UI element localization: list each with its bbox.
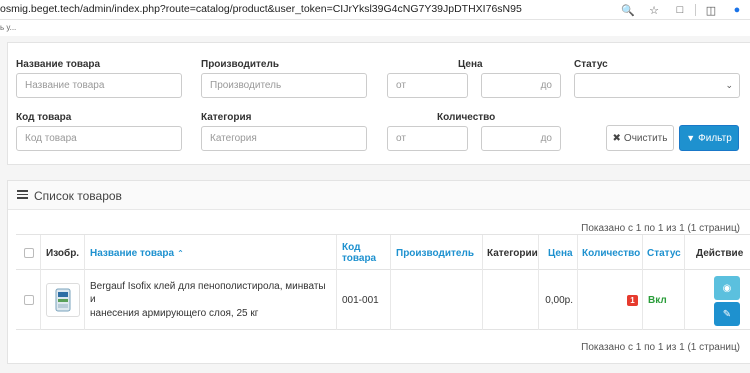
product-bag-icon <box>55 288 71 312</box>
filter-status-select[interactable]: ⌄ <box>574 73 740 98</box>
column-name-sort[interactable]: Название товара ⌃ <box>90 235 184 271</box>
column-divider <box>40 270 41 330</box>
row-checkbox[interactable] <box>24 295 34 305</box>
status-badge: Вкл <box>648 294 667 306</box>
row-select-cell <box>24 270 38 330</box>
column-code-line1: Код <box>342 241 361 253</box>
column-divider <box>482 270 483 330</box>
chevron-down-icon: ⌄ <box>725 80 733 90</box>
column-code-sort[interactable]: Код товара <box>342 235 376 271</box>
product-name: Bergauf Isofix клей для пенополистирола,… <box>90 280 330 321</box>
column-divider <box>336 270 337 330</box>
column-manufacturer[interactable]: Производитель <box>396 235 474 271</box>
column-divider <box>84 235 85 271</box>
filter-price-label: Цена <box>458 59 483 70</box>
eye-icon: ◉ <box>722 282 732 294</box>
filter-category-input[interactable] <box>201 126 367 151</box>
pagination-info-bottom: Показано с 1 по 1 из 1 (1 страниц) <box>581 342 740 353</box>
column-divider <box>538 235 539 271</box>
column-divider <box>390 270 391 330</box>
edit-button[interactable]: ✎ <box>714 302 740 326</box>
column-action: Действие <box>696 247 744 259</box>
filter-code-input[interactable] <box>16 126 182 151</box>
clear-filter-button[interactable]: ✖ Очистить <box>606 125 674 151</box>
product-image-cell <box>46 270 80 330</box>
filter-qty-from-input[interactable] <box>387 126 468 151</box>
column-divider <box>577 235 578 271</box>
product-status-cell: Вкл <box>648 270 667 330</box>
sort-asc-icon: ⌃ <box>177 248 184 258</box>
filter-code-label: Код товара <box>16 112 72 123</box>
bookmark-star-icon[interactable]: ☆ <box>641 4 667 17</box>
column-divider <box>336 235 337 271</box>
side-panel-icon[interactable]: ◫ <box>698 4 724 17</box>
column-code-line2: товара <box>342 253 377 264</box>
filter-status-label: Статус <box>574 59 608 70</box>
column-quantity[interactable]: Количество <box>582 235 640 271</box>
bookmark-item[interactable]: ь у... <box>0 23 16 32</box>
column-divider <box>642 235 643 271</box>
column-divider <box>684 235 685 271</box>
column-code-label: Код товара <box>342 242 376 265</box>
filter-qty-to-input[interactable] <box>481 126 561 151</box>
list-icon <box>17 190 28 199</box>
column-name-label: Название товара <box>90 247 175 259</box>
close-icon: ✖ <box>612 132 621 144</box>
select-all-cell <box>24 235 38 271</box>
filter-manufacturer-input[interactable] <box>201 73 367 98</box>
column-divider <box>40 235 41 271</box>
column-image: Изобр. <box>46 247 80 259</box>
filter-category-label: Категория <box>201 112 252 123</box>
column-divider <box>84 270 85 330</box>
filter-manufacturer-label: Производитель <box>201 59 279 70</box>
column-status[interactable]: Статус <box>647 235 681 271</box>
column-divider <box>482 235 483 271</box>
clear-filter-label: Очистить <box>623 132 668 144</box>
filter-name-label: Название товара <box>16 59 101 70</box>
product-name-line2: нанесения армирующего слоя, 25 кг <box>90 307 259 319</box>
column-divider <box>538 270 539 330</box>
url-text[interactable]: osmig.beget.tech/admin/index.php?route=c… <box>0 3 522 15</box>
column-price[interactable]: Цена <box>548 235 573 271</box>
zoom-icon[interactable]: 🔍 <box>615 4 641 17</box>
select-all-checkbox[interactable] <box>24 248 34 258</box>
view-button[interactable]: ◉ <box>714 276 740 300</box>
toolbar-divider <box>695 4 696 16</box>
product-name-cell: Bergauf Isofix клей для пенополистирола,… <box>90 270 330 330</box>
apply-filter-button[interactable]: ▼ Фильтр <box>679 125 739 151</box>
filter-price-to-input[interactable] <box>481 73 561 98</box>
browser-address-bar[interactable]: osmig.beget.tech/admin/index.php?route=c… <box>0 0 750 20</box>
product-code: 001-001 <box>342 294 379 306</box>
column-categories: Категории <box>487 247 538 259</box>
extensions-icon[interactable]: □ <box>667 4 693 16</box>
filter-quantity-label: Количество <box>437 112 496 123</box>
product-name-line1: Bergauf Isofix клей для пенополистирола,… <box>90 280 326 306</box>
product-list-title: Список товаров <box>34 189 122 203</box>
column-divider <box>390 235 391 271</box>
pagination-info-top: Показано с 1 по 1 из 1 (1 страниц) <box>581 223 740 234</box>
pencil-icon: ✎ <box>722 308 732 320</box>
product-list-panel: Список товаров Показано с 1 по 1 из 1 (1… <box>7 180 750 364</box>
product-thumbnail[interactable] <box>46 283 80 317</box>
column-divider <box>577 270 578 330</box>
funnel-icon: ▼ <box>686 133 696 143</box>
table-row: Bergauf Isofix клей для пенополистирола,… <box>16 270 750 330</box>
profile-icon[interactable]: ● <box>724 4 750 16</box>
column-divider <box>642 270 643 330</box>
table-header: Изобр. Название товара ⌃ Код товара Прои… <box>16 234 750 271</box>
product-list-header: Список товаров <box>8 181 750 210</box>
filter-price-from-input[interactable] <box>387 73 468 98</box>
filter-name-input[interactable] <box>16 73 182 98</box>
column-divider <box>684 270 685 330</box>
product-quantity-cell: 1 <box>582 270 638 330</box>
browser-toolbar-icons: 🔍 ☆ □ ◫ ● <box>615 0 750 20</box>
bookmarks-bar: ь у... <box>0 20 750 36</box>
product-price: 0,00р. <box>545 294 573 306</box>
apply-filter-label: Фильтр <box>698 132 732 144</box>
quantity-badge: 1 <box>627 294 638 306</box>
